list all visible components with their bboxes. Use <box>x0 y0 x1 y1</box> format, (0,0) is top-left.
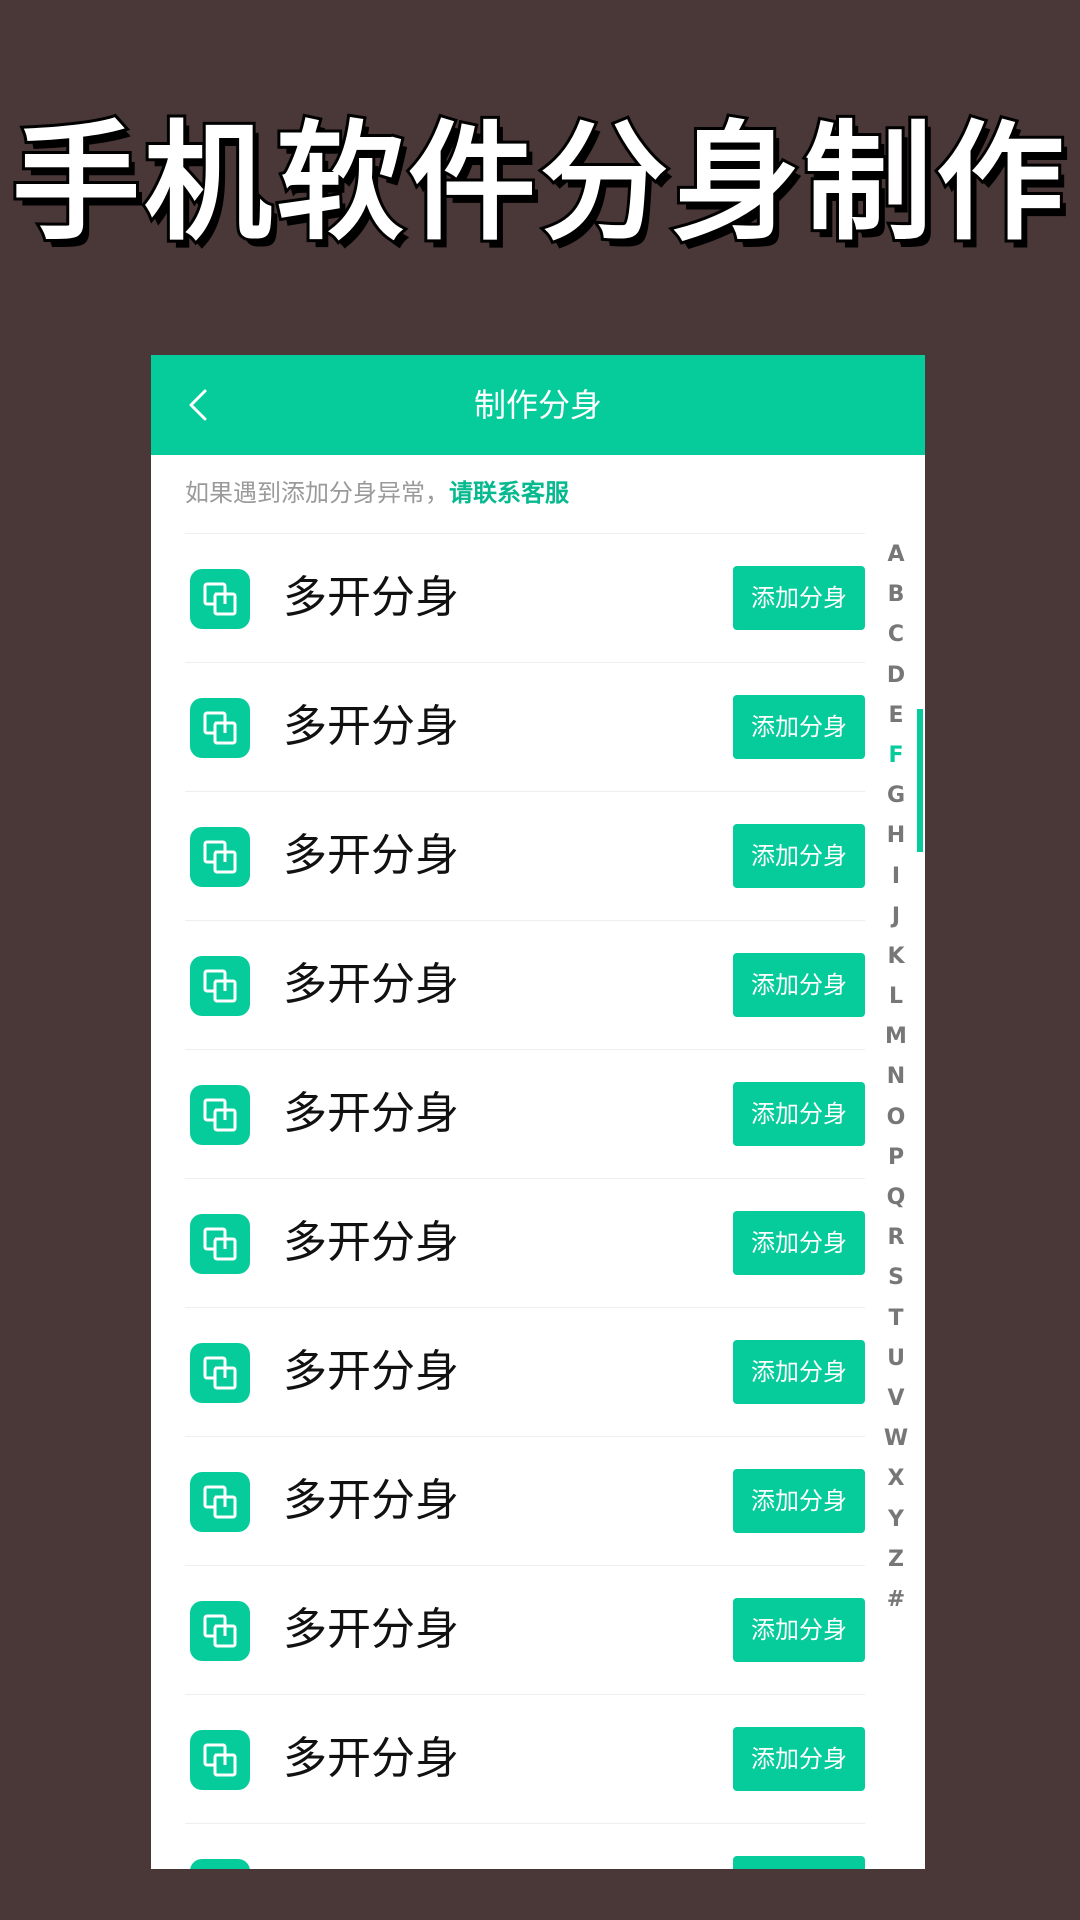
app-icon <box>190 956 250 1016</box>
index-letter[interactable]: # <box>871 1580 921 1620</box>
add-clone-button[interactable]: 添加分身 <box>733 824 865 888</box>
header-bar: 制作分身 <box>151 355 925 455</box>
notice-text: 如果遇到添加分身异常，请联系客服 <box>185 473 569 508</box>
index-scroll-indicator <box>917 709 923 852</box>
add-clone-button[interactable]: 添加分身 <box>733 566 865 630</box>
app-name: 多开分身 <box>283 572 459 623</box>
app-icon <box>190 1601 250 1661</box>
add-clone-button[interactable]: 添加分身 <box>733 1598 865 1662</box>
app-icon <box>190 1472 250 1532</box>
list-item: 多开分身 添加分身 <box>185 1178 865 1307</box>
index-letter[interactable]: L <box>871 977 921 1017</box>
index-letter[interactable]: Y <box>871 1500 921 1540</box>
index-letter[interactable]: M <box>871 1017 921 1057</box>
index-letter[interactable]: E <box>871 696 921 736</box>
app-list: 多开分身 添加分身 多开分身 添加分身 多开分身 添加分身 多开分身 添加分身 多开分身 添加分身… <box>185 533 865 1869</box>
list-item: 多开分身 添加分身 <box>185 1565 865 1694</box>
index-letter[interactable]: Q <box>871 1178 921 1218</box>
index-letter[interactable]: S <box>871 1258 921 1298</box>
clone-app-icon <box>203 1227 237 1261</box>
add-clone-button[interactable]: 添加分身 <box>733 695 865 759</box>
app-icon <box>190 1859 250 1869</box>
index-letter[interactable]: W <box>871 1419 921 1459</box>
app-icon <box>190 698 250 758</box>
list-item: 多开分身 添加分身 <box>185 791 865 920</box>
index-letter[interactable]: T <box>871 1299 921 1339</box>
index-letter[interactable]: J <box>871 897 921 937</box>
app-name: 多开分身 <box>283 1604 459 1655</box>
app-screen: 制作分身 如果遇到添加分身异常，请联系客服 多开分身 添加分身 多开分身 添加分身 多开… <box>151 355 925 1869</box>
clone-app-icon <box>203 1098 237 1132</box>
list-item: 多开分身 添加分身 <box>185 920 865 1049</box>
index-letter[interactable]: C <box>871 615 921 655</box>
add-clone-button[interactable]: 添加分身 <box>733 1340 865 1404</box>
app-name: 多开分身 <box>283 1088 459 1139</box>
app-name: 多开分身 <box>283 701 459 752</box>
app-icon <box>190 1214 250 1274</box>
add-clone-button[interactable] <box>733 1856 865 1869</box>
index-letter[interactable]: I <box>871 857 921 897</box>
index-letter[interactable]: B <box>871 575 921 615</box>
app-name: 多开分身 <box>283 1217 459 1268</box>
list-item: 多开分身 添加分身 <box>185 1694 865 1823</box>
app-icon <box>190 569 250 629</box>
index-letter[interactable]: O <box>871 1098 921 1138</box>
index-letter[interactable]: R <box>871 1218 921 1258</box>
index-letter[interactable]: A <box>871 535 921 575</box>
clone-app-icon <box>203 1356 237 1390</box>
promo-title: 手机软件分身制作 <box>9 109 1068 258</box>
add-clone-button[interactable]: 添加分身 <box>733 1469 865 1533</box>
index-letter[interactable]: K <box>871 937 921 977</box>
list-item: 多开分身 添加分身 <box>185 533 865 662</box>
add-clone-button[interactable]: 添加分身 <box>733 953 865 1017</box>
list-item: 多开分身 添加分身 <box>185 1436 865 1565</box>
index-letter[interactable]: N <box>871 1057 921 1097</box>
app-icon <box>190 827 250 887</box>
app-icon <box>190 1085 250 1145</box>
add-clone-button[interactable]: 添加分身 <box>733 1211 865 1275</box>
index-letter[interactable]: G <box>871 776 921 816</box>
add-clone-button[interactable]: 添加分身 <box>733 1082 865 1146</box>
app-name: 多开分身 <box>283 959 459 1010</box>
list-item-partial <box>185 1823 865 1869</box>
index-letter[interactable]: U <box>871 1339 921 1379</box>
notice-message: 如果遇到添加分身异常， <box>185 479 449 507</box>
clone-app-icon <box>203 969 237 1003</box>
page-title: 制作分身 <box>473 386 602 424</box>
app-icon <box>190 1343 250 1403</box>
index-letter[interactable]: X <box>871 1459 921 1499</box>
list-item: 多开分身 添加分身 <box>185 662 865 791</box>
clone-app-icon <box>203 1485 237 1519</box>
app-name: 多开分身 <box>283 1475 459 1526</box>
app-name: 多开分身 <box>283 830 459 881</box>
add-clone-button[interactable]: 添加分身 <box>733 1727 865 1791</box>
clone-app-icon <box>203 1743 237 1777</box>
alphabet-index-bar[interactable]: A B C D E F G H I J K L M N O P Q R S T U V W X Y Z # <box>871 535 921 1620</box>
index-letter[interactable]: D <box>871 656 921 696</box>
index-letter[interactable]: Z <box>871 1540 921 1580</box>
app-name: 多开分身 <box>283 1346 459 1397</box>
clone-app-icon <box>203 711 237 745</box>
clone-app-icon <box>203 840 237 874</box>
app-name: 多开分身 <box>283 1733 459 1784</box>
app-icon <box>190 1730 250 1790</box>
index-letter[interactable]: P <box>871 1138 921 1178</box>
index-letter[interactable]: V <box>871 1379 921 1419</box>
list-item: 多开分身 添加分身 <box>185 1307 865 1436</box>
index-letter[interactable]: F <box>871 736 921 776</box>
clone-app-icon <box>203 582 237 616</box>
contact-support-link[interactable]: 请联系客服 <box>449 479 569 507</box>
index-letter[interactable]: H <box>871 816 921 856</box>
clone-app-icon <box>203 1614 237 1648</box>
list-item: 多开分身 添加分身 <box>185 1049 865 1178</box>
